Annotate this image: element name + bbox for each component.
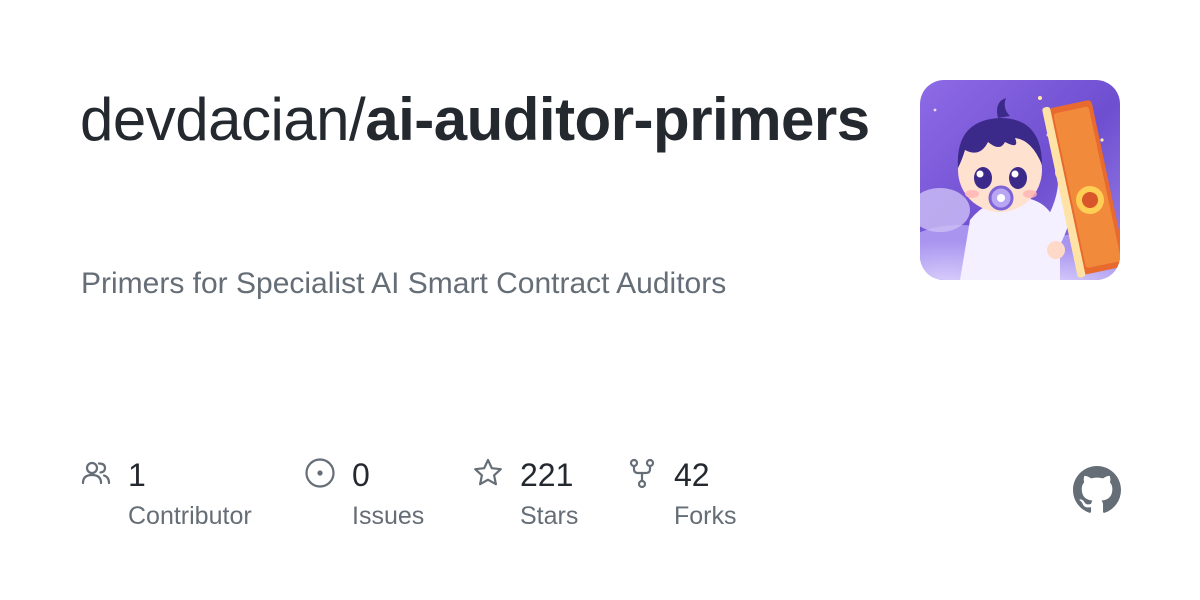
anime-baby-reading-avatar-icon: [920, 80, 1120, 280]
stat-value: 1: [128, 457, 146, 493]
stat-label: Issues: [352, 502, 425, 530]
people-icon: [80, 457, 112, 489]
repo-owner[interactable]: devdacian/: [80, 86, 366, 153]
stat-value: 221: [520, 457, 574, 493]
stat-value: 42: [674, 457, 710, 493]
stat-label: Forks: [674, 502, 737, 530]
repo-social-card: devdacian/ai-auditor-primers Primers for…: [0, 0, 1200, 600]
stat-label: Stars: [520, 502, 579, 530]
fork-icon: [626, 457, 658, 489]
owner-avatar[interactable]: [920, 80, 1120, 280]
stat-value: 0: [352, 457, 370, 493]
github-mark-icon[interactable]: [1073, 466, 1121, 514]
repo-title[interactable]: devdacian/ai-auditor-primers: [80, 84, 880, 156]
repo-stats: 1 Contributor 0 Issues 221 Stars 42 Fork…: [80, 455, 840, 545]
stat-label: Contributor: [128, 502, 252, 530]
repo-description: Primers for Specialist AI Smart Contract…: [81, 267, 727, 300]
issue-icon: [304, 457, 336, 489]
star-icon: [472, 457, 504, 489]
repo-name[interactable]: ai-auditor-primers: [365, 86, 870, 153]
